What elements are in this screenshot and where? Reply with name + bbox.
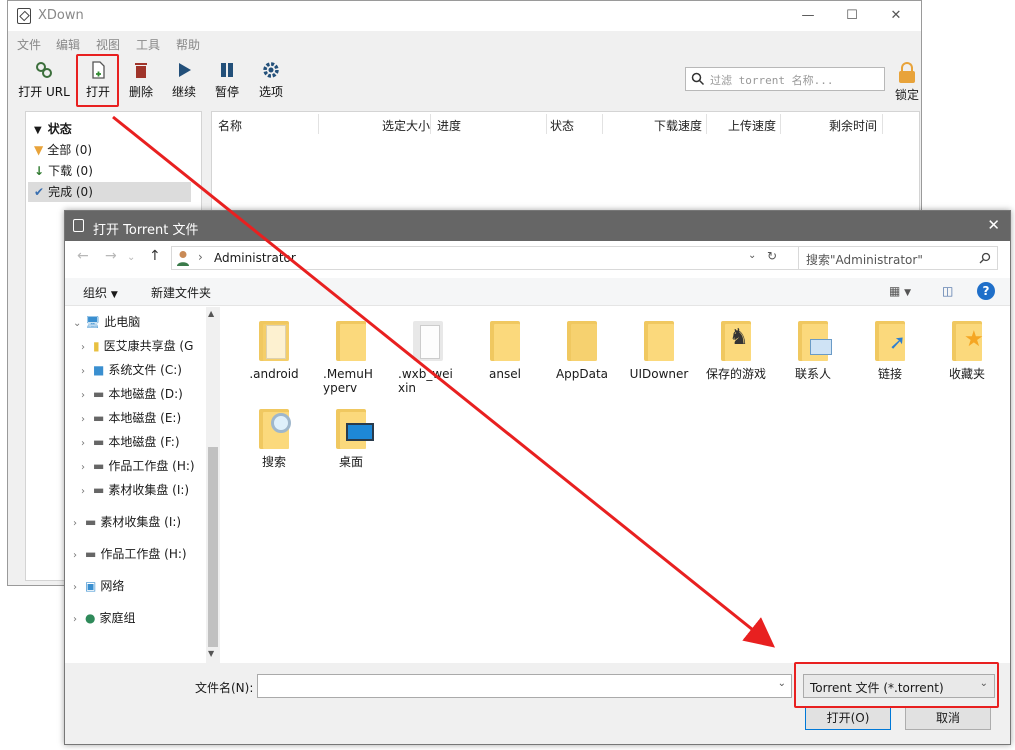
arrow-line — [112, 115, 776, 648]
annotation-arrow — [112, 115, 776, 648]
